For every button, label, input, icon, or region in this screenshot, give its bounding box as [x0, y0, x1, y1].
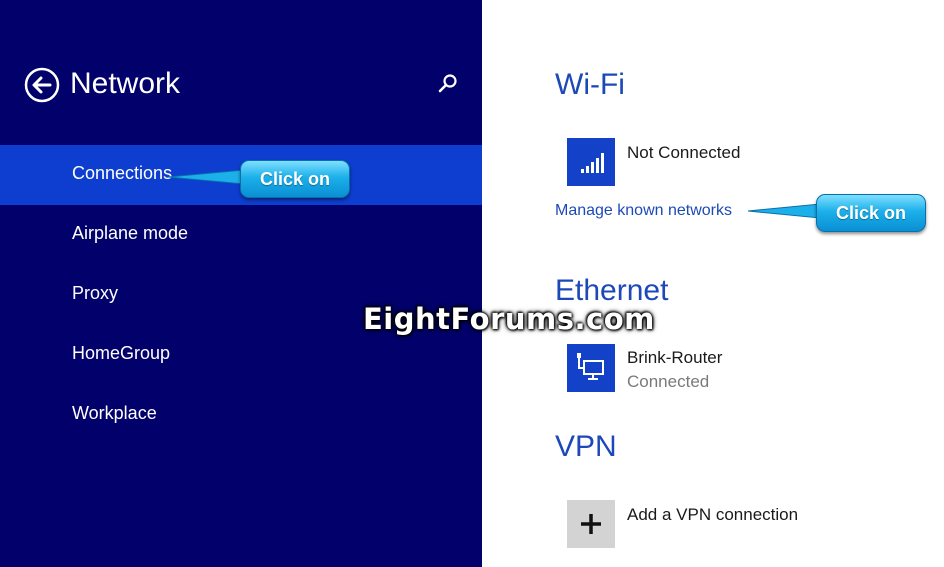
- vpn-heading: VPN: [555, 430, 617, 463]
- back-arrow-circle-icon: [24, 67, 60, 103]
- nav-item-airplane-mode[interactable]: Airplane mode: [0, 205, 482, 265]
- settings-left-pane: Network Connections Airplane mode Proxy …: [0, 0, 482, 567]
- ethernet-network-status: Connected: [627, 372, 710, 391]
- callout-pointer-manage: [748, 203, 821, 219]
- callout-pointer-connections: [168, 169, 245, 185]
- page-title: Network: [70, 67, 181, 100]
- wifi-heading: Wi-Fi: [555, 68, 625, 101]
- nav-item-label: Connections: [72, 163, 173, 183]
- manage-known-networks-link[interactable]: Manage known networks: [555, 202, 732, 220]
- back-button[interactable]: [24, 67, 60, 103]
- nav-item-workplace[interactable]: Workplace: [0, 385, 482, 445]
- nav-item-label: HomeGroup: [72, 343, 171, 363]
- callout-connections: Click on: [240, 160, 350, 198]
- wifi-tile: [567, 138, 615, 186]
- nav-item-label: Workplace: [72, 403, 157, 423]
- ethernet-network-name: Brink-Router: [627, 348, 723, 367]
- add-vpn-connection-label: Add a VPN connection: [627, 505, 799, 524]
- search-icon: [438, 74, 457, 93]
- wifi-signal-icon: [581, 153, 604, 173]
- settings-right-pane: Wi-Fi Not Connected Manage known network…: [482, 0, 944, 567]
- callout-manage-networks: Click on: [816, 194, 926, 232]
- nav-item-label: Proxy: [72, 283, 119, 303]
- plus-icon: [581, 514, 601, 534]
- wifi-network-name: Not Connected: [627, 143, 741, 162]
- vpn-tile: [567, 500, 615, 548]
- nav-item-label: Airplane mode: [72, 223, 189, 243]
- search-button[interactable]: [436, 72, 460, 96]
- watermark: EightForums.com: [363, 302, 655, 336]
- ethernet-tile: [567, 344, 615, 392]
- ethernet-computer-icon: [577, 353, 604, 380]
